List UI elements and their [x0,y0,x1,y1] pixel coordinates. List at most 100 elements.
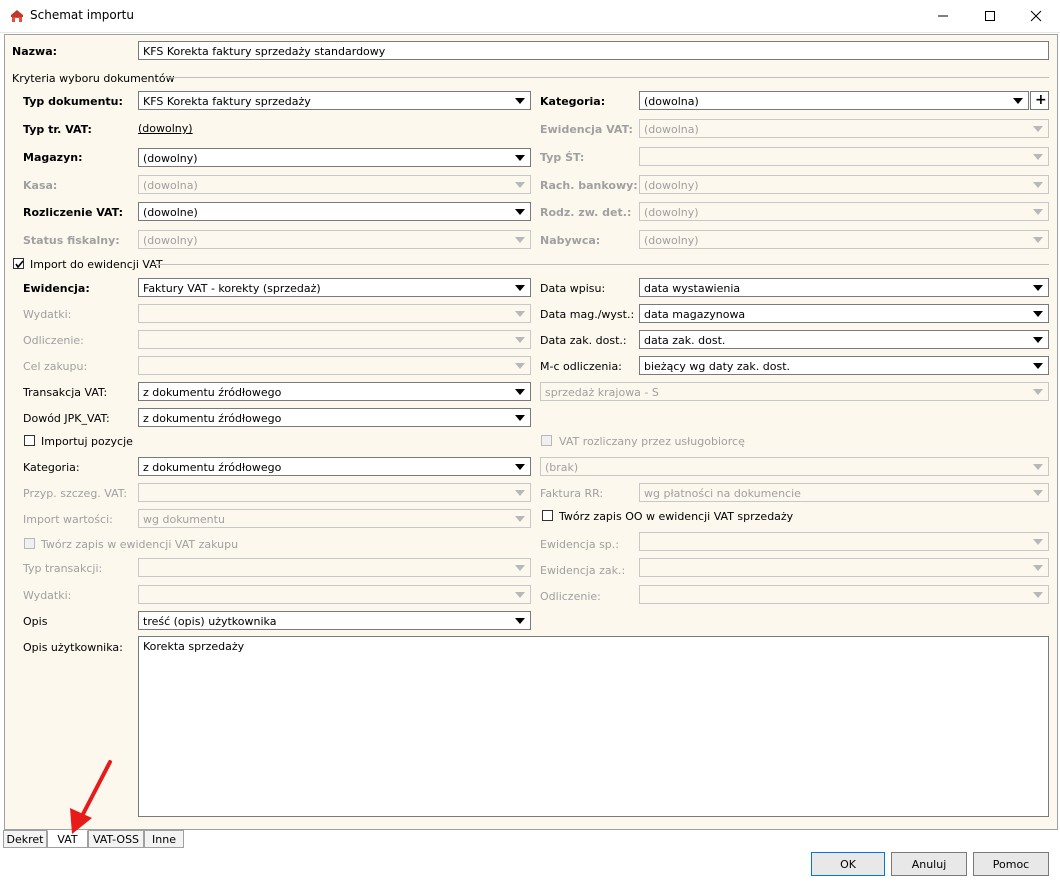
ewidencja-label: Ewidencja: [23,282,90,295]
chevron-down-icon [1033,209,1043,215]
nazwa-label: Nazwa: [12,45,58,58]
status-fiskalny-select[interactable]: (dowolny) [138,230,531,249]
import-wartosci-select[interactable]: wg dokumentu [138,509,531,528]
cancel-button[interactable]: Anuluj [891,852,967,876]
rozliczenie-vat-label: Rozliczenie VAT: [23,206,123,219]
typ-tr-vat-label: Typ tr. VAT: [23,123,92,136]
chevron-down-icon [515,592,525,598]
kategoria-label: Kategoria: [23,461,80,474]
ewidencja-vat-select[interactable]: (dowolna) [639,119,1049,138]
add-kategoria-button[interactable]: + [1030,91,1049,110]
cel-zakupu-select[interactable] [138,356,531,375]
rodz-zw-det-label: Rodz. zw. det.: [540,206,632,219]
chevron-down-icon [1013,98,1023,104]
wydatki-label: Wydatki: [23,308,72,321]
help-button[interactable]: Pomoc [973,852,1049,876]
ewidencja-vat-label: Ewidencja VAT: [540,123,633,136]
typ-st-label: Typ ŚT: [540,151,585,164]
data-mag-wyst-label: Data mag./wyst.: [540,308,635,321]
chevron-down-icon [515,311,525,317]
kategoria-select[interactable]: z dokumentu źródłowego [138,457,531,476]
chevron-down-icon [1033,565,1043,571]
tworz-zapis-oo-label: Twórz zapis OO w ewidencji VAT sprzedaży [559,510,794,523]
wydatki-select[interactable] [138,304,531,323]
ewidencja-zak-label: Ewidencja zak.: [540,564,626,577]
chevron-down-icon [515,516,525,522]
tab-inne[interactable]: Inne [144,830,184,848]
ewidencja-sp-select[interactable] [639,532,1049,551]
close-button[interactable] [1013,0,1059,32]
tworz-zapis-oo-checkbox[interactable] [542,510,553,521]
opis-label: Opis [23,615,48,628]
chevron-down-icon [515,490,525,496]
chevron-down-icon [1033,337,1043,343]
tworz-zapis-zakupu-checkbox[interactable] [24,538,35,549]
sprzedaz-krajowa-select[interactable]: sprzedaż krajowa - S [540,382,1049,401]
importuj-pozycje-checkbox[interactable] [24,435,35,446]
kasa-select[interactable]: (dowolna) [138,175,531,194]
nabywca-label: Nabywca: [540,234,601,247]
mc-odliczenia-select[interactable]: bieżący wg daty zak. dost. [639,356,1049,375]
odliczenie-select[interactable] [138,330,531,349]
typ-dokumentu-select[interactable]: KFS Korekta faktury sprzedaży [138,91,531,110]
wydatki-zakup-select[interactable] [138,585,531,604]
magazyn-label: Magazyn: [23,151,83,164]
kategoria-brak-select[interactable]: (brak) [540,457,1049,476]
chevron-down-icon [515,182,525,188]
transakcja-vat-select[interactable]: z dokumentu źródłowego [138,382,531,401]
magazyn-select[interactable]: (dowolny) [138,148,531,167]
chevron-down-icon [1033,154,1043,160]
przyp-szczeg-vat-select[interactable] [138,483,531,502]
tab-dekret[interactable]: Dekret [3,830,47,848]
rach-bankowy-label: Rach. bankowy: [540,179,638,192]
maximize-button[interactable] [967,0,1013,32]
import-vat-separator [154,264,1049,265]
kryteria-separator [164,77,1049,78]
data-mag-wyst-select[interactable]: data magazynowa [639,304,1049,323]
data-wpisu-select[interactable]: data wystawienia [639,278,1049,297]
chevron-down-icon [1033,389,1043,395]
tworz-zapis-zakupu-label: Twórz zapis w ewidencji VAT zakupu [41,538,239,551]
nabywca-select[interactable]: (dowolny) [639,230,1049,249]
typ-transakcji-select[interactable] [138,558,531,577]
kryteria-group-label: Kryteria wyboru dokumentów [12,72,175,85]
odliczenie-zakup-select[interactable] [639,585,1049,604]
import-vat-checkbox[interactable] [13,258,24,269]
chevron-down-icon [515,363,525,369]
wydatki-zakup-label: Wydatki: [23,589,72,602]
opis-select[interactable]: treść (opis) użytkownika [138,611,531,630]
vat-rozliczany-label: VAT rozliczany przez usługobiorcę [559,435,745,448]
checkmark-icon [15,260,24,269]
dowod-jpk-select[interactable]: z dokumentu źródłowego [138,408,531,427]
data-zak-dost-select[interactable]: data zak. dost. [639,330,1049,349]
typ-dokumentu-label: Typ dokumentu: [23,95,123,108]
typ-st-select[interactable] [639,147,1049,166]
rodz-zw-det-select[interactable]: (dowolny) [639,202,1049,221]
maximize-icon [985,11,995,21]
close-icon [1030,10,1042,22]
nazwa-input[interactable]: KFS Korekta faktury sprzedaży standardow… [138,41,1049,60]
title-bar: Schemat importu [0,0,1060,33]
chevron-down-icon [1033,464,1043,470]
kategoria-filter-select[interactable]: (dowolna) [639,91,1029,110]
ewidencja-zak-select[interactable] [639,558,1049,577]
rozliczenie-vat-select[interactable]: (dowolne) [138,202,531,221]
vat-rozliczany-checkbox[interactable] [541,435,552,446]
chevron-down-icon [1033,237,1043,243]
ok-button[interactable]: OK [811,852,885,876]
data-zak-dost-label: Data zak. dost.: [540,334,627,347]
przyp-szczeg-vat-label: Przyp. szczeg. VAT: [23,487,128,500]
ewidencja-select[interactable]: Faktury VAT - korekty (sprzedaż) [138,278,531,297]
faktura-rr-select[interactable]: wg płatności na dokumencie [639,483,1049,502]
rach-bankowy-select[interactable]: (dowolny) [639,175,1049,194]
opis-uzytkownika-textarea[interactable]: Korekta sprzedaży [138,636,1049,817]
chevron-down-icon [1033,592,1043,598]
annotation-arrow-icon [70,760,112,834]
typ-tr-vat-link[interactable]: (dowolny) [138,122,193,135]
chevron-down-icon [515,618,525,624]
status-fiskalny-label: Status fiskalny: [23,234,120,247]
chevron-down-icon [1033,539,1043,545]
minimize-button[interactable] [920,0,966,32]
plus-icon: + [1035,92,1047,108]
chevron-down-icon [515,415,525,421]
